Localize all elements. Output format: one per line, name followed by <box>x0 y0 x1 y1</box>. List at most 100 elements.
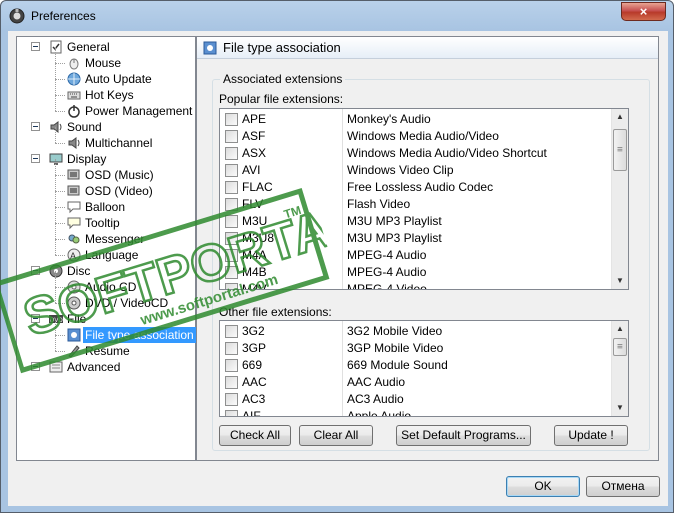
extension-description: Windows Media Audio/Video <box>347 129 499 143</box>
extension-checkbox[interactable] <box>225 232 238 245</box>
extension-checkbox[interactable] <box>225 130 238 143</box>
tree-connector <box>55 335 65 336</box>
extension-name: 669 <box>242 358 263 372</box>
extension-checkbox[interactable] <box>225 359 238 372</box>
tree-item-label: DVD / VideoCD <box>85 296 169 310</box>
extension-row[interactable]: ASF Windows Media Audio/Video <box>220 128 628 145</box>
ok-button[interactable]: OK <box>506 476 580 497</box>
preferences-window: Preferences × General Mouse Auto Update Hot… <box>0 0 674 513</box>
settings-tree[interactable]: General Mouse Auto Update Hot Keys Power Man… <box>16 36 196 461</box>
tree-connector <box>55 159 56 175</box>
scroll-down-arrow-icon[interactable]: ▼ <box>612 273 628 289</box>
extension-name: ASF <box>242 129 266 143</box>
extension-checkbox[interactable] <box>225 393 238 406</box>
extension-row[interactable]: M4V MPEG-4 Video <box>220 281 628 289</box>
dvd-icon <box>67 296 81 310</box>
extension-name: AC3 <box>242 392 266 406</box>
extension-row[interactable]: AAC AAC Audio <box>220 374 628 391</box>
tree-expander-icon[interactable] <box>31 122 40 131</box>
scroll-down-arrow-icon[interactable]: ▼ <box>612 400 628 416</box>
check-all-button[interactable]: Check All <box>219 425 291 446</box>
extension-row[interactable]: FLV Flash Video <box>220 196 628 213</box>
extension-checkbox[interactable] <box>225 164 238 177</box>
scroll-up-arrow-icon[interactable]: ▲ <box>612 321 628 337</box>
tree-connector <box>55 239 65 240</box>
tree-item-label: File type association <box>83 327 196 343</box>
extension-checkbox[interactable] <box>225 147 238 160</box>
extension-checkbox[interactable] <box>225 376 238 389</box>
extension-name: M3U8 <box>242 231 275 245</box>
extension-row[interactable]: M4A MPEG-4 Audio <box>220 247 628 264</box>
extension-checkbox[interactable] <box>225 266 238 279</box>
svg-text:A: A <box>70 251 76 261</box>
extension-row[interactable]: ASX Windows Media Audio/Video Shortcut <box>220 145 628 162</box>
extension-checkbox[interactable] <box>225 113 238 126</box>
tree-connector <box>55 95 56 111</box>
power-icon <box>68 105 80 118</box>
title-bar[interactable]: Preferences × <box>1 1 673 31</box>
tooltip-icon <box>67 217 81 230</box>
popular-extensions-list[interactable]: APE Monkey's Audio ASF Windows Media Audio/… <box>219 108 629 290</box>
panel-header: File type association <box>197 37 658 59</box>
close-icon: × <box>639 4 648 19</box>
scroll-thumb[interactable] <box>613 129 627 171</box>
extension-row[interactable]: AIF Apple Audio <box>220 408 628 417</box>
extension-checkbox[interactable] <box>225 198 238 211</box>
update-button[interactable]: Update ! <box>554 425 628 446</box>
popular-list-scrollbar[interactable]: ▲ ▼ <box>611 109 628 289</box>
extension-checkbox[interactable] <box>225 215 238 228</box>
extension-name: FLV <box>242 197 264 211</box>
group-title: Associated extensions <box>220 72 346 86</box>
scroll-up-arrow-icon[interactable]: ▲ <box>612 109 628 125</box>
extension-name: M4B <box>242 265 267 279</box>
panel-title: File type association <box>223 40 341 55</box>
set-default-programs-button[interactable]: Set Default Programs... <box>396 425 531 446</box>
extension-checkbox[interactable] <box>225 325 238 338</box>
other-list-scrollbar[interactable]: ▲ ▼ <box>611 321 628 416</box>
extension-description: Windows Video Clip <box>347 163 454 177</box>
cancel-button[interactable]: Отмена <box>586 476 660 497</box>
svg-text:DVD: DVD <box>50 318 63 324</box>
extension-row[interactable]: AC3 AC3 Audio <box>220 391 628 408</box>
tree-item-label: OSD (Music) <box>85 168 154 182</box>
scroll-thumb[interactable] <box>613 338 627 356</box>
extension-row[interactable]: APE Monkey's Audio <box>220 111 628 128</box>
extension-checkbox[interactable] <box>225 283 238 289</box>
extension-row[interactable]: AVI Windows Video Clip <box>220 162 628 179</box>
resume-icon <box>68 345 80 358</box>
tree-connector <box>55 239 56 255</box>
extension-checkbox[interactable] <box>225 181 238 194</box>
tree-connector <box>55 335 56 351</box>
balloon-icon <box>67 201 81 214</box>
tree-expander-icon[interactable] <box>31 266 40 275</box>
extension-row[interactable]: 669 669 Module Sound <box>220 357 628 374</box>
tree-item-label: Power Management <box>85 104 193 118</box>
extension-description: M3U MP3 Playlist <box>347 214 442 228</box>
extension-description: 669 Module Sound <box>347 358 448 372</box>
tree-connector <box>55 287 65 288</box>
close-button[interactable]: × <box>621 2 666 21</box>
extension-row[interactable]: FLAC Free Lossless Audio Codec <box>220 179 628 196</box>
extension-name: AIF <box>242 409 261 417</box>
extension-name: AAC <box>242 375 267 389</box>
tree-expander-icon[interactable] <box>31 314 40 323</box>
extension-row[interactable]: 3G2 3G2 Mobile Video <box>220 323 628 340</box>
cd-icon <box>67 280 81 294</box>
clear-all-button[interactable]: Clear All <box>299 425 373 446</box>
tree-expander-icon[interactable] <box>31 42 40 51</box>
tree-connector <box>55 319 56 335</box>
osd-icon <box>67 185 80 196</box>
extension-row[interactable]: M3U8 M3U MP3 Playlist <box>220 230 628 247</box>
extension-checkbox[interactable] <box>225 410 238 416</box>
extension-row[interactable]: M3U M3U MP3 Playlist <box>220 213 628 230</box>
extension-name: ASX <box>242 146 267 160</box>
other-extensions-list[interactable]: 3G2 3G2 Mobile Video 3GP 3GP Mobile Video 66… <box>219 320 629 417</box>
tree-expander-icon[interactable] <box>31 154 40 163</box>
tree-expander-icon[interactable] <box>31 362 40 371</box>
extension-checkbox[interactable] <box>225 249 238 262</box>
extension-checkbox[interactable] <box>225 342 238 355</box>
extension-row[interactable]: 3GP 3GP Mobile Video <box>220 340 628 357</box>
keyboard-icon <box>67 91 81 100</box>
extension-name: M4A <box>242 248 267 262</box>
extension-row[interactable]: M4B MPEG-4 Audio <box>220 264 628 281</box>
